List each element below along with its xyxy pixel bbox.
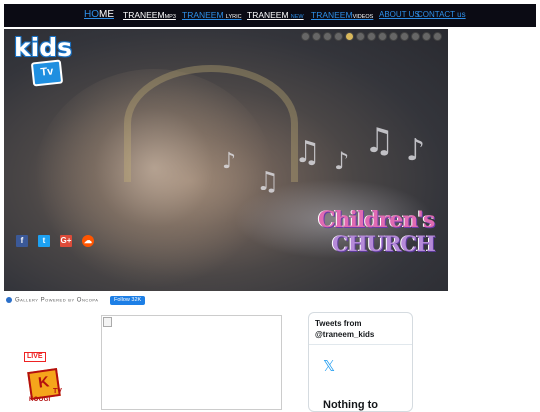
twitter-widget-header[interactable]: Tweets from @traneem_kids (309, 313, 412, 345)
soundcloud-icon[interactable]: ☁ (82, 235, 94, 247)
kids-tv-logo: kids Tv (14, 33, 84, 89)
nav-traneem-videos-link[interactable]: TRANEEMVIDEOS (311, 4, 373, 27)
kids-tv-logo-word: kids (14, 33, 72, 62)
google-plus-icon[interactable]: G+ (60, 235, 72, 247)
gallery-caption[interactable]: Gallery Powered by Oncopa (6, 297, 98, 304)
slider-dot[interactable] (433, 32, 442, 41)
music-note-icon: ♫ (294, 135, 321, 170)
twitter-heading-line1: Tweets from (315, 319, 362, 328)
twitter-empty-state: Nothing to (323, 399, 378, 411)
music-note-icon: ♫ (364, 121, 395, 161)
childrens-church-line2: CHURCH (332, 231, 436, 256)
slider-dot[interactable] (378, 32, 387, 41)
social-share-icons: f t G+ ☁ (16, 235, 94, 247)
top-navigation-bar: HOME TRANEEMMP3 TRANEEM LYRIC TRANEEM NE… (4, 4, 536, 27)
slider-pagination (301, 32, 442, 41)
nav-contact-us-link[interactable]: CONTACT us (417, 4, 466, 27)
music-note-icon: ♪ (222, 149, 237, 174)
nav-about-us-link[interactable]: ABOUT US (379, 4, 420, 27)
childrens-church-line1: Children's (318, 207, 435, 233)
gallery-icon (6, 297, 12, 303)
nav-home-link[interactable]: HOME (84, 4, 114, 27)
nav-lyric-main: TRANEEM (182, 10, 224, 20)
twitter-icon[interactable]: t (38, 235, 50, 247)
slider-dot[interactable] (367, 32, 376, 41)
slider-dot[interactable] (400, 32, 409, 41)
nav-new-main: TRANEEM (247, 10, 289, 20)
childrens-church-logo: Children's CHURCH (318, 207, 436, 263)
nav-lyric-suffix: LYRIC (225, 14, 242, 20)
slider-dot[interactable] (334, 32, 343, 41)
slider-dot[interactable] (411, 32, 420, 41)
slider-dot[interactable] (312, 32, 321, 41)
nav-videos-main: TRANEEM (311, 10, 353, 20)
twitter-timeline-widget[interactable]: Tweets from @traneem_kids 𝕏 Nothing to (308, 312, 413, 412)
nav-traneem-lyric-link[interactable]: TRANEEM LYRIC (182, 4, 242, 27)
broken-image-icon (103, 317, 112, 327)
slider-dot[interactable] (356, 32, 365, 41)
koogi-tv-logo[interactable]: K TV KOOGI (26, 368, 66, 405)
gallery-caption-text: Gallery Powered by Oncopa (15, 297, 99, 304)
slider-dot[interactable] (422, 32, 431, 41)
music-note-icon: ♫ (256, 167, 280, 197)
slider-dot[interactable] (323, 32, 332, 41)
broken-image (101, 315, 282, 410)
music-note-icon: ♪ (334, 147, 350, 175)
koogi-logo-name: KOOGI (29, 397, 51, 403)
facebook-icon[interactable]: f (16, 235, 28, 247)
kids-tv-logo-tv: Tv (30, 59, 64, 87)
nav-mp3-suffix: MP3 (164, 14, 176, 20)
nav-traneem-new-link[interactable]: TRANEEM NEW (247, 4, 304, 27)
slider-dot[interactable] (345, 32, 354, 41)
twitter-handle[interactable]: @traneem_kids (315, 329, 406, 340)
nav-home-label-b: ME (99, 9, 114, 20)
nav-mp3-main: TRANEEM (123, 10, 165, 20)
follow-button[interactable]: Follow 32K (110, 296, 146, 305)
image-slider[interactable]: ♪ ♫ ♫ ♪ ♫ ♪ kids Tv f t G+ ☁ Children's CHU… (4, 29, 448, 291)
x-logo-icon: 𝕏 (323, 357, 336, 375)
nav-traneem-mp3-link[interactable]: TRANEEMMP3 (123, 4, 176, 27)
slider-dot[interactable] (389, 32, 398, 41)
nav-home-label-a: HO (84, 9, 99, 20)
live-badge[interactable]: LIVE (24, 352, 46, 362)
nav-videos-suffix: VIDEOS (352, 14, 374, 20)
nav-new-suffix: NEW (290, 14, 304, 20)
slider-dot[interactable] (301, 32, 310, 41)
koogi-logo-tv: TV (53, 388, 62, 395)
koogi-logo-mark: K (27, 368, 61, 400)
headphones-graphic (124, 65, 298, 182)
music-note-icon: ♪ (406, 133, 426, 168)
